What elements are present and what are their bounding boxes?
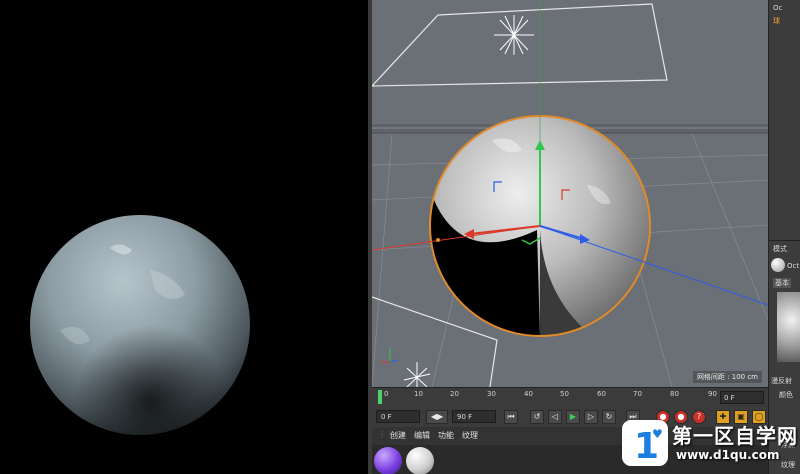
object-tag-label: Oct [787,262,800,270]
ruler-tick: 70 [633,390,642,398]
attributes-mode-tab[interactable]: 模式 [773,244,787,254]
timeline-ruler[interactable]: 0 10 20 30 40 50 60 70 80 90 0 F [372,387,768,407]
diffuse-label: 漫反射 [771,377,792,385]
watermark-title: 第一区自学网 [672,424,798,448]
3d-viewport[interactable]: 网格间距 : 100 cm [372,0,768,387]
end-frame-field[interactable]: 90 F [452,410,496,423]
light-object-bottom[interactable] [403,362,431,387]
watermark-url: www.d1qu.com [676,448,780,462]
rendered-sphere-image [30,215,250,435]
go-to-start-icon[interactable]: ⏮ [504,410,518,424]
material-preview [777,292,800,362]
viewport-scene [372,0,768,387]
ruler-tick: 20 [450,390,459,398]
object-item-sphere[interactable]: 球 [773,16,780,26]
svg-text:♥: ♥ [652,427,663,441]
ruler-tick: 10 [414,390,423,398]
ruler-tick: 30 [487,390,496,398]
tab-basic[interactable]: 基本 [773,278,791,288]
ruler-tick: 80 [670,390,679,398]
light-object-top[interactable] [494,15,534,55]
prev-frame-icon[interactable]: ◁ [548,410,562,424]
panel-separator [769,240,800,241]
next-key-icon[interactable]: ↻ [602,410,616,424]
start-frame-field[interactable]: 0 F [376,410,420,423]
play-icon[interactable]: ▶ [566,410,580,424]
watermark: 1 ♥ 第一区自学网 www.d1qu.com [618,418,800,474]
ruler-tick: 60 [597,390,606,398]
menu-function[interactable]: 功能 [438,430,454,441]
ruler-tick: 0 [384,390,389,398]
ruler-tick: 40 [524,390,533,398]
object-attribute-panel: Oc 球 模式 Oct 基本 漫反射 颜色 浮点 纹理 [768,0,800,474]
corner-axis-indicator [380,348,399,363]
c4d-window: 网格间距 : 100 cm 0 10 20 30 40 50 60 70 80 … [0,0,800,474]
range-slider-icon[interactable]: ◀▶ [426,410,448,424]
material-swatch-purple[interactable] [374,447,402,474]
prev-key-icon[interactable]: ↺ [530,410,544,424]
ruler-tick: 90 [708,390,717,398]
material-thumbnail-icon [771,258,785,272]
object-item-octane[interactable]: Oc [773,4,782,12]
render-preview-panel [0,0,368,474]
playhead-marker[interactable] [378,390,382,404]
material-swatch-grey[interactable] [406,447,434,474]
watermark-logo-icon: 1 ♥ [622,420,668,467]
menu-create[interactable]: 创建 [390,430,406,441]
menu-edit[interactable]: 编辑 [414,430,430,441]
menu-texture[interactable]: 纹理 [462,430,478,441]
grid-spacing-label: 网格间距 : 100 cm [692,371,762,383]
current-frame-field[interactable]: 0 F [720,391,764,404]
next-frame-icon[interactable]: ▷ [584,410,598,424]
ruler-tick: 50 [560,390,569,398]
color-label: 颜色 [779,391,793,399]
